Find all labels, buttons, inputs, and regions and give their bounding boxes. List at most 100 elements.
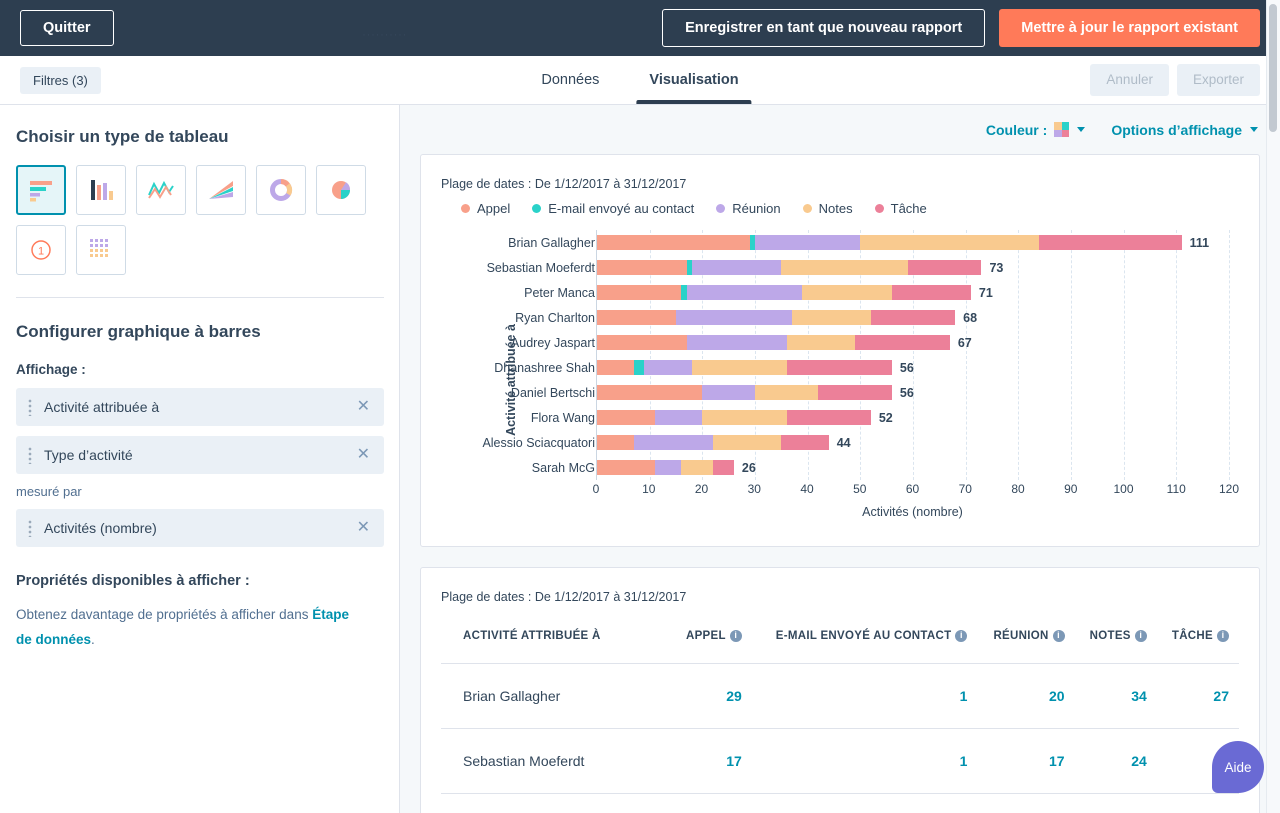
bar-row[interactable]: 68 — [597, 305, 1229, 330]
measure-chip-activities-count[interactable]: Activités (nombre) ✕ — [16, 509, 384, 547]
table-cell-value[interactable]: 22 — [977, 793, 1074, 813]
bar-segment[interactable] — [692, 260, 782, 275]
legend-item[interactable]: Réunion — [716, 201, 780, 216]
bar-segment[interactable] — [755, 385, 818, 400]
update-existing-report-button[interactable]: Mettre à jour le rapport existant — [999, 9, 1260, 48]
bar-segment[interactable] — [781, 435, 828, 450]
bar-segment[interactable] — [687, 285, 803, 300]
stacked-bar[interactable] — [597, 460, 734, 475]
bar-segment[interactable] — [644, 360, 691, 375]
bar-segment[interactable] — [597, 235, 750, 250]
table-cell-value[interactable]: 1 — [752, 793, 978, 813]
bar-segment[interactable] — [634, 435, 713, 450]
legend-item[interactable]: Tâche — [875, 201, 927, 216]
bar-row[interactable]: 71 — [597, 280, 1229, 305]
chart-type-area[interactable] — [196, 165, 246, 215]
bar-row[interactable]: 67 — [597, 330, 1229, 355]
bar-segment[interactable] — [818, 385, 892, 400]
save-as-new-report-button[interactable]: Enregistrer en tant que nouveau rapport — [662, 9, 985, 48]
stacked-bar[interactable] — [597, 385, 892, 400]
bar-row[interactable]: 26 — [597, 455, 1229, 480]
display-chip-activity-assigned-to[interactable]: Activité attribuée à ✕ — [16, 388, 384, 426]
color-selector[interactable]: Couleur : — [986, 122, 1085, 138]
table-row[interactable]: Brian Gallagher291203427 — [441, 663, 1239, 728]
drag-handle-icon[interactable] — [28, 398, 32, 416]
remove-chip-icon[interactable]: ✕ — [355, 520, 372, 536]
bar-segment[interactable] — [655, 410, 702, 425]
table-cell-value[interactable]: 29 — [671, 663, 752, 728]
legend-item[interactable]: E-mail envoyé au contact — [532, 201, 694, 216]
bar-segment[interactable] — [687, 335, 787, 350]
bar-row[interactable]: 52 — [597, 405, 1229, 430]
bar-segment[interactable] — [787, 335, 855, 350]
bar-segment[interactable] — [692, 360, 787, 375]
bar-segment[interactable] — [597, 360, 634, 375]
drag-handle-icon[interactable] — [28, 519, 32, 537]
bar-segment[interactable] — [713, 460, 734, 475]
bar-segment[interactable] — [860, 235, 1039, 250]
bar-segment[interactable] — [597, 385, 702, 400]
bar-segment[interactable] — [702, 410, 786, 425]
tab-visualisation[interactable]: Visualisation — [645, 56, 742, 104]
info-icon[interactable]: i — [955, 630, 967, 642]
bar-segment[interactable] — [655, 460, 681, 475]
bar-segment[interactable] — [597, 460, 655, 475]
info-icon[interactable]: i — [1053, 630, 1065, 642]
table-cell-value[interactable]: 16 — [671, 793, 752, 813]
bar-segment[interactable] — [792, 310, 871, 325]
stacked-bar[interactable] — [597, 335, 950, 350]
table-row[interactable]: Peter Manca161221715 — [441, 793, 1239, 813]
bar-row[interactable]: 44 — [597, 430, 1229, 455]
bar-segment[interactable] — [908, 260, 982, 275]
legend-item[interactable]: Appel — [461, 201, 510, 216]
bar-segment[interactable] — [597, 285, 681, 300]
stacked-bar[interactable] — [597, 360, 892, 375]
bar-segment[interactable] — [871, 310, 955, 325]
chart-type-kpi-number[interactable]: 1 — [16, 225, 66, 275]
bar-row[interactable]: 111 — [597, 230, 1229, 255]
remove-chip-icon[interactable]: ✕ — [355, 399, 372, 415]
table-cell-value[interactable]: 1 — [752, 728, 978, 793]
stacked-bar[interactable] — [597, 235, 1182, 250]
chart-type-donut[interactable] — [256, 165, 306, 215]
filters-button[interactable]: Filtres (3) — [20, 67, 101, 94]
cancel-button[interactable]: Annuler — [1090, 64, 1169, 96]
table-cell-value[interactable]: 15 — [1157, 793, 1239, 813]
table-cell-value[interactable]: 34 — [1075, 663, 1157, 728]
bar-segment[interactable] — [634, 360, 645, 375]
stacked-bar[interactable] — [597, 285, 971, 300]
bar-segment[interactable] — [787, 360, 892, 375]
chart-type-grid-table[interactable] — [76, 225, 126, 275]
bar-segment[interactable] — [597, 410, 655, 425]
page-scrollbar[interactable] — [1266, 0, 1280, 813]
table-column-header[interactable]: RÉUNIONi — [977, 614, 1074, 663]
bar-segment[interactable] — [597, 335, 687, 350]
stacked-bar[interactable] — [597, 260, 981, 275]
chart-type-horizontal-bar[interactable] — [16, 165, 66, 215]
table-cell-value[interactable]: 17 — [671, 728, 752, 793]
info-icon[interactable]: i — [730, 630, 742, 642]
table-column-header[interactable]: NOTESi — [1075, 614, 1157, 663]
bar-segment[interactable] — [787, 410, 871, 425]
page-scrollbar-thumb[interactable] — [1269, 4, 1277, 132]
table-column-header[interactable]: TÂCHEi — [1157, 614, 1239, 663]
stacked-bar[interactable] — [597, 410, 871, 425]
table-column-header[interactable]: APPELi — [671, 614, 752, 663]
bar-row[interactable]: 56 — [597, 380, 1229, 405]
info-icon[interactable]: i — [1135, 630, 1147, 642]
bar-segment[interactable] — [1039, 235, 1181, 250]
bar-segment[interactable] — [781, 260, 907, 275]
chart-type-line[interactable] — [136, 165, 186, 215]
table-cell-value[interactable]: 24 — [1075, 728, 1157, 793]
display-options-menu[interactable]: Options d’affichage — [1111, 122, 1258, 138]
table-cell-value[interactable]: 20 — [977, 663, 1074, 728]
bar-segment[interactable] — [855, 335, 950, 350]
display-chip-activity-type[interactable]: Type d’activité ✕ — [16, 436, 384, 474]
table-cell-value[interactable]: 1 — [752, 663, 978, 728]
table-cell-value[interactable]: 17 — [1075, 793, 1157, 813]
bar-segment[interactable] — [597, 435, 634, 450]
bar-segment[interactable] — [681, 460, 713, 475]
legend-item[interactable]: Notes — [803, 201, 853, 216]
stacked-bar[interactable] — [597, 310, 955, 325]
table-row[interactable]: Sebastian Moeferdt171172414 — [441, 728, 1239, 793]
